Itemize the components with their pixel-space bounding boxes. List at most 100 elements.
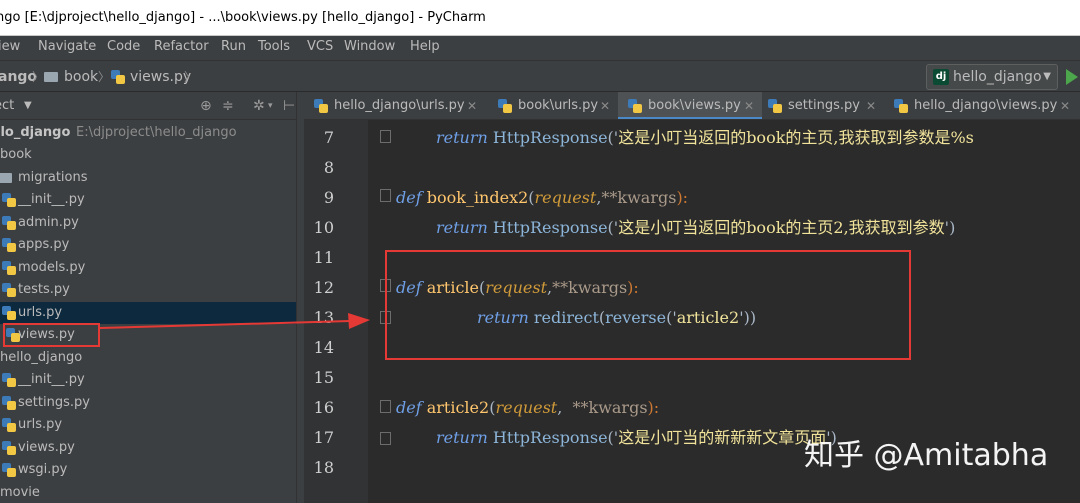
line-number: 14	[313, 338, 334, 357]
fold-marker-icon[interactable]	[380, 400, 391, 413]
tree-item-label: __init__.py	[18, 372, 85, 387]
tab-settings[interactable]: settings.py ✕	[762, 92, 884, 119]
close-icon[interactable]: ✕	[1060, 92, 1070, 119]
tab-hello-django-views[interactable]: hello_django\views.py ✕	[884, 92, 1080, 119]
line-number: 10	[313, 218, 334, 237]
tree-item-label: movie	[0, 485, 40, 500]
python-file-icon	[2, 261, 16, 275]
class-name: HttpResponse	[492, 428, 608, 447]
run-configuration-select[interactable]: dj hello_django ▼	[926, 64, 1058, 90]
tree-item-file[interactable]: settings.py	[0, 392, 296, 414]
line-number: 13	[313, 308, 334, 327]
breadcrumb-views[interactable]: views.py	[130, 67, 191, 87]
line-number: 16	[313, 398, 334, 417]
tab-book-views[interactable]: book\views.py ✕	[618, 92, 762, 119]
close-icon[interactable]: ✕	[744, 92, 754, 119]
menu-view[interactable]: iew	[0, 36, 20, 58]
tree-item-file[interactable]: models.py	[0, 257, 296, 279]
tree-item-label: views.py	[18, 440, 75, 455]
python-file-icon	[2, 373, 16, 387]
punctuation: ('	[607, 128, 619, 147]
tree-item-file[interactable]: __init__.py	[0, 189, 296, 211]
line-number: 17	[313, 428, 334, 447]
punctuation: ):	[676, 188, 689, 207]
tab-hello-django-urls[interactable]: hello_django\urls.py ✕	[304, 92, 488, 119]
tree-item-project-root[interactable]: llo_django E:\djproject\hello_django	[0, 122, 296, 144]
run-icon[interactable]	[1066, 69, 1078, 85]
gear-icon[interactable]: ✲	[253, 98, 265, 114]
menu-help[interactable]: Help	[410, 36, 440, 58]
menu-window[interactable]: Window	[344, 36, 395, 58]
line-number: 11	[313, 248, 334, 267]
menu-refactor[interactable]: Refactor	[154, 36, 209, 58]
punctuation: ('	[607, 428, 619, 447]
tree-item-file-selected[interactable]: urls.py	[0, 302, 296, 324]
class-name: HttpResponse	[492, 128, 608, 147]
tab-label: book\urls.py	[518, 98, 599, 113]
python-file-icon	[2, 396, 16, 410]
tree-item-label: urls.py	[18, 305, 63, 320]
string-literal: 这是小叮当返回的book的主页,我获取到参数是%s	[618, 128, 974, 147]
menu-code[interactable]: Code	[107, 36, 140, 58]
string-literal: 这是小叮当返回的book的主页2,我获取到参数	[618, 218, 945, 237]
breadcrumb-separator-icon: 〉	[184, 70, 197, 84]
python-file-icon	[2, 441, 16, 455]
code-line-17: return HttpResponse('这是小叮当的新新新文章页面')	[436, 423, 837, 453]
tree-item-folder[interactable]: migrations	[0, 167, 296, 189]
run-configuration-label: hello_django	[953, 69, 1042, 85]
code-line-9: def book_index2(request,**kwargs):	[396, 183, 688, 213]
close-icon[interactable]: ✕	[600, 92, 610, 119]
fold-marker-icon[interactable]	[380, 189, 391, 202]
window-title-bar: ngo [E:\djproject\hello_django] - ...\bo…	[0, 0, 1080, 36]
project-panel-title[interactable]: ect	[0, 92, 14, 120]
tab-book-urls[interactable]: book\urls.py ✕	[488, 92, 618, 119]
locate-icon[interactable]: ⊕	[200, 98, 212, 114]
tree-item-label: tests.py	[18, 282, 70, 297]
annotation-highlight-box	[385, 250, 911, 360]
tree-item-folder[interactable]: book	[0, 144, 296, 166]
code-line-7: return HttpResponse('这是小叮当返回的book的主页,我获取…	[436, 123, 974, 153]
code-line-10: return HttpResponse('这是小叮当返回的book的主页2,我获…	[436, 213, 955, 243]
python-file-icon	[498, 99, 512, 113]
tab-label: settings.py	[788, 98, 860, 113]
tab-label: hello_django\urls.py	[334, 98, 465, 113]
python-file-icon	[2, 216, 16, 230]
tree-item-label: models.py	[18, 260, 86, 275]
menu-navigate[interactable]: Navigate	[38, 36, 96, 58]
operator: **	[601, 188, 618, 207]
breadcrumb-separator-icon: 〉	[98, 70, 111, 84]
chevron-down-icon[interactable]: ▼	[24, 92, 32, 120]
tree-item-file[interactable]: admin.py	[0, 212, 296, 234]
menu-run[interactable]: Run	[221, 36, 246, 58]
fold-marker-icon[interactable]	[380, 130, 391, 143]
menu-tools[interactable]: Tools	[258, 36, 290, 58]
breadcrumb-book[interactable]: book	[64, 67, 98, 87]
annotation-views-box	[3, 323, 100, 347]
tree-item-folder[interactable]: hello_django	[0, 347, 296, 369]
tree-item-file[interactable]: apps.py	[0, 234, 296, 256]
tree-item-folder[interactable]: movie	[0, 482, 296, 503]
close-icon[interactable]: ✕	[866, 92, 876, 119]
watermark: 知乎 @Amitabha	[804, 438, 1049, 473]
tree-item-file[interactable]: urls.py	[0, 414, 296, 436]
tree-item-label: llo_django	[0, 125, 71, 140]
tree-item-file[interactable]: __init__.py	[0, 369, 296, 391]
tree-item-file[interactable]: tests.py	[0, 279, 296, 301]
python-file-icon	[894, 99, 908, 113]
parameter: request	[495, 398, 558, 417]
tree-item-file[interactable]: wsgi.py	[0, 459, 296, 481]
tree-item-file[interactable]: views.py	[0, 437, 296, 459]
line-number: 8	[323, 158, 334, 177]
chevron-down-icon: ▼	[1043, 71, 1051, 82]
chevron-down-icon[interactable]: ▾	[268, 98, 273, 114]
fold-marker-icon[interactable]	[380, 432, 391, 445]
python-file-icon	[2, 306, 16, 320]
tree-item-label: migrations	[18, 170, 88, 185]
collapse-all-icon[interactable]: ≑	[222, 98, 234, 114]
project-panel-scrollbar[interactable]	[296, 92, 304, 503]
tree-item-label: book	[0, 147, 32, 162]
close-icon[interactable]: ✕	[467, 92, 477, 119]
line-number: 9	[323, 188, 334, 207]
hide-panel-icon[interactable]: ⊢	[283, 98, 295, 114]
menu-vcs[interactable]: VCS	[307, 36, 333, 58]
